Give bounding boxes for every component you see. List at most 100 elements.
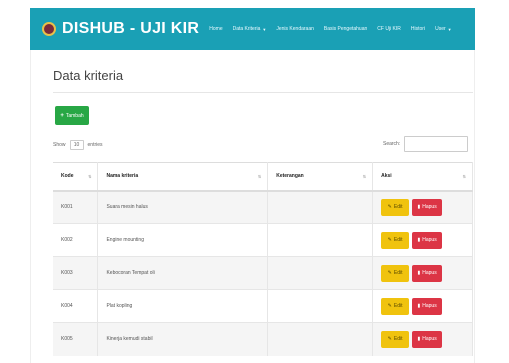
nav-item-basis-pengetahuan[interactable]: Basis Pengetahuan: [324, 26, 367, 32]
delete-label: Hapus: [422, 303, 437, 309]
cell-keterangan: [267, 322, 374, 356]
nav-item-data-kriteria[interactable]: Data Kriteria ▼: [233, 26, 267, 32]
column-header-aksi[interactable]: Aksi ⇅: [372, 162, 473, 192]
nav-item-label: Basis Pengetahuan: [323, 26, 368, 32]
delete-button[interactable]: ▮ Hapus: [412, 297, 443, 315]
cell-kode: K003: [53, 256, 99, 290]
sort-icon: ⇅: [462, 174, 466, 179]
entries-select[interactable]: 10: [69, 140, 84, 150]
sort-icon: ⇅: [362, 174, 367, 179]
delete-label: Hapus: [422, 204, 437, 211]
nav-menu: Home Data Kriteria ▼ Jenis Kendaraan Basi…: [209, 26, 461, 32]
caret-down-icon: ▼: [447, 26, 452, 32]
cell-kode: K002: [53, 223, 99, 257]
title-divider: [53, 92, 473, 93]
cell-keterangan: [267, 256, 374, 290]
table-header-row: Kode ⇅ Nama kriteria ⇅ Keterangan ⇅ Aksi ⇅: [53, 162, 473, 192]
nav-item-label: Home: [209, 26, 223, 32]
nav-item-label: User: [435, 26, 446, 32]
trash-icon: ▮: [417, 336, 421, 343]
header-label: Kode: [61, 173, 74, 180]
nav-item-user[interactable]: User ▼: [435, 26, 452, 32]
nav-item-label: Histori: [410, 26, 426, 32]
delete-label: Hapus: [422, 270, 437, 276]
trash-icon: ▮: [417, 270, 421, 276]
edit-icon: ✎: [387, 336, 392, 343]
edit-label: Edit: [393, 237, 403, 243]
delete-label: Hapus: [422, 237, 437, 243]
cell-aksi: ✎ Edit ▮ Hapus: [372, 322, 473, 356]
trash-icon: ▮: [417, 237, 421, 243]
edit-label: Edit: [393, 303, 403, 309]
cell-keterangan: [267, 190, 374, 224]
cell-nama: Engine mounting: [97, 223, 269, 257]
nav-item-label: Data Kriteria: [232, 26, 261, 32]
table-row: K005 Kinerja kemudi stabil ✎ Edit ▮ Hapus: [53, 322, 473, 356]
cell-nama: Kebocoran Tempat oli: [97, 256, 269, 290]
trash-icon: ▮: [417, 303, 421, 309]
cell-keterangan: [267, 223, 374, 257]
add-button-label: Tambah: [65, 112, 84, 119]
plus-icon: +: [60, 112, 64, 119]
add-kriteria-button[interactable]: + Tambah: [55, 106, 89, 125]
cell-kode: K001: [53, 190, 99, 224]
header-label: Aksi: [381, 173, 392, 180]
nav-item-home[interactable]: Home: [209, 26, 222, 32]
nav-item-histori[interactable]: Histori: [411, 26, 425, 32]
search-input[interactable]: [404, 136, 469, 152]
nav-item-cf-uji-kir[interactable]: CF Uji KIR: [377, 26, 401, 32]
cell-aksi: ✎ Edit ▮ Hapus: [372, 223, 473, 257]
delete-button[interactable]: ▮ Hapus: [412, 231, 443, 249]
delete-button[interactable]: ▮ Hapus: [412, 264, 443, 282]
brand-title: DISHUB - UJI KIR: [62, 20, 200, 37]
edit-button[interactable]: ✎ Edit: [381, 330, 410, 348]
sort-icon: ⇅: [257, 174, 262, 179]
show-entries: Show 10 entries: [53, 140, 103, 150]
cell-kode: K004: [53, 289, 99, 323]
edit-button[interactable]: ✎ Edit: [381, 198, 410, 216]
page-title: Data kriteria: [53, 68, 124, 83]
header-label: Nama kriteria: [106, 173, 139, 180]
cell-aksi: ✎ Edit ▮ Hapus: [372, 190, 473, 224]
column-header-nama[interactable]: Nama kriteria ⇅: [97, 162, 269, 192]
show-label: Show: [53, 142, 66, 148]
nav-item-label: CF Uji KIR: [377, 26, 401, 32]
delete-button[interactable]: ▮ Hapus: [412, 198, 443, 216]
cell-nama: Plat kopling: [97, 289, 269, 323]
table-row: K002 Engine mounting ✎ Edit ▮ Hapus: [53, 223, 473, 257]
dishub-logo-icon: [42, 22, 56, 36]
header-label: Keterangan: [276, 173, 304, 180]
edit-icon: ✎: [387, 204, 392, 211]
cell-nama: Suara mesin halus: [97, 190, 269, 224]
table-row: K001 Suara mesin halus ✎ Edit ▮ Hapus: [53, 190, 473, 224]
top-navbar: DISHUB - UJI KIR Home Data Kriteria ▼ Jen…: [30, 8, 475, 50]
edit-label: Edit: [393, 270, 403, 276]
sort-icon: ⇅: [88, 174, 92, 179]
edit-button[interactable]: ✎ Edit: [381, 297, 410, 315]
edit-icon: ✎: [387, 270, 392, 276]
column-header-keterangan[interactable]: Keterangan ⇅: [267, 162, 374, 192]
brand[interactable]: DISHUB - UJI KIR: [42, 20, 199, 38]
cell-aksi: ✎ Edit ▮ Hapus: [372, 289, 473, 323]
nav-item-jenis-kendaraan[interactable]: Jenis Kendaraan: [276, 26, 314, 32]
edit-button[interactable]: ✎ Edit: [381, 264, 410, 282]
table-row: K004 Plat kopling ✎ Edit ▮ Hapus: [53, 289, 473, 323]
entries-label: entries: [87, 142, 103, 148]
edit-icon: ✎: [387, 237, 392, 243]
cell-aksi: ✎ Edit ▮ Hapus: [372, 256, 473, 290]
nav-item-label: Jenis Kendaraan: [276, 26, 314, 32]
kriteria-table: Kode ⇅ Nama kriteria ⇅ Keterangan ⇅ Aksi ⇅ K…: [53, 162, 473, 356]
edit-label: Edit: [393, 204, 403, 211]
caret-down-icon: ▼: [262, 26, 267, 32]
search-label: Search:: [383, 141, 401, 147]
delete-button[interactable]: ▮ Hapus: [412, 330, 443, 348]
cell-keterangan: [267, 289, 374, 323]
column-header-kode[interactable]: Kode ⇅: [53, 162, 99, 192]
delete-label: Hapus: [422, 336, 437, 343]
edit-label: Edit: [393, 336, 403, 343]
cell-kode: K005: [53, 322, 99, 356]
cell-nama: Kinerja kemudi stabil: [97, 322, 269, 356]
edit-button[interactable]: ✎ Edit: [381, 231, 410, 249]
table-row: K003 Kebocoran Tempat oli ✎ Edit ▮ Hapus: [53, 256, 473, 290]
edit-icon: ✎: [387, 303, 392, 309]
